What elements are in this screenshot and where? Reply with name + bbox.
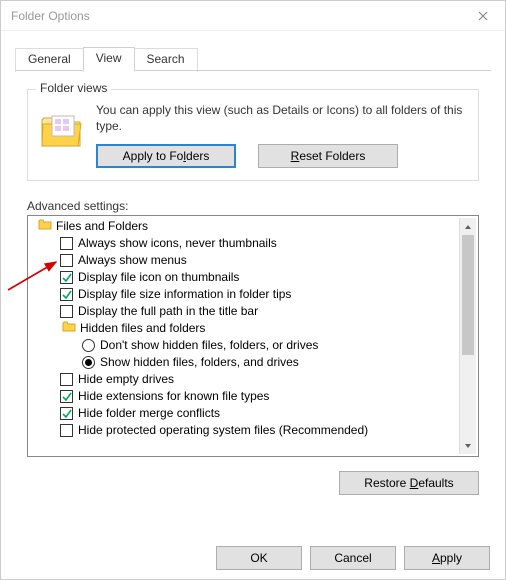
tree-item-label: Hide empty drives: [78, 371, 174, 388]
checkbox-icon[interactable]: [60, 305, 73, 318]
tree-item[interactable]: Display file size information in folder …: [32, 286, 459, 303]
tree-radio-item[interactable]: Show hidden files, folders, and drives: [32, 354, 459, 371]
tab-view[interactable]: View: [83, 47, 135, 71]
tree-item-label: Always show icons, never thumbnails: [78, 235, 277, 252]
tree-item-label: Display file icon on thumbnails: [78, 269, 239, 286]
checkbox-icon[interactable]: [60, 237, 73, 250]
folder-views-legend: Folder views: [36, 81, 111, 95]
tab-search[interactable]: Search: [134, 48, 198, 72]
tree-item[interactable]: Always show menus: [32, 252, 459, 269]
scroll-thumb[interactable]: [462, 235, 474, 355]
apply-button[interactable]: Apply: [404, 546, 490, 570]
folder-views-group: Folder views You can apply this view (su…: [27, 89, 479, 181]
checkbox-icon[interactable]: [60, 424, 73, 437]
tree-item[interactable]: Hide empty drives: [32, 371, 459, 388]
tree-item-label: Hide folder merge conflicts: [78, 405, 220, 422]
folder-views-icon: [40, 108, 84, 152]
ok-button[interactable]: OK: [216, 546, 302, 570]
tab-general[interactable]: General: [15, 48, 84, 72]
scroll-up-arrow-icon[interactable]: [460, 218, 476, 235]
tree-item-label: Hide protected operating system files (R…: [78, 422, 368, 439]
titlebar: Folder Options: [1, 1, 505, 31]
tree-item[interactable]: Hide protected operating system files (R…: [32, 422, 459, 439]
checkbox-icon[interactable]: [60, 271, 73, 284]
tree-item-label: Don't show hidden files, folders, or dri…: [100, 337, 318, 354]
tree-item[interactable]: Display file icon on thumbnails: [32, 269, 459, 286]
tree-category-label: Files and Folders: [56, 218, 148, 235]
vertical-scrollbar[interactable]: [459, 218, 476, 454]
tree-item[interactable]: Hide folder merge conflicts: [32, 405, 459, 422]
apply-to-folders-button[interactable]: Apply to Folders: [96, 144, 236, 168]
folder-icon: [62, 320, 76, 337]
radio-icon[interactable]: [82, 339, 95, 352]
tree-item-label: Display the full path in the title bar: [78, 303, 258, 320]
checkbox-icon[interactable]: [60, 407, 73, 420]
advanced-settings-label: Advanced settings:: [27, 199, 479, 213]
tree-subcategory: Hidden files and folders: [32, 320, 459, 337]
reset-folders-button[interactable]: Reset Folders: [258, 144, 398, 168]
tree-subcategory-label: Hidden files and folders: [80, 320, 205, 337]
window-title: Folder Options: [11, 9, 90, 23]
tab-strip: General View Search: [15, 47, 491, 71]
folder-views-text: You can apply this view (such as Details…: [96, 102, 466, 134]
tree-item-label: Always show menus: [78, 252, 187, 269]
checkbox-icon[interactable]: [60, 288, 73, 301]
checkbox-icon[interactable]: [60, 390, 73, 403]
checkbox-icon[interactable]: [60, 254, 73, 267]
folder-icon: [38, 218, 52, 235]
tree-item-label: Display file size information in folder …: [78, 286, 291, 303]
tree-item-label: Show hidden files, folders, and drives: [100, 354, 299, 371]
tree-item[interactable]: Hide extensions for known file types: [32, 388, 459, 405]
tree-item[interactable]: Display the full path in the title bar: [32, 303, 459, 320]
advanced-settings-tree: Files and Folders Always show icons, nev…: [27, 215, 479, 457]
scroll-track[interactable]: [460, 235, 476, 437]
restore-defaults-button[interactable]: Restore Defaults: [339, 471, 479, 495]
scroll-down-arrow-icon[interactable]: [460, 437, 476, 454]
checkbox-icon[interactable]: [60, 373, 73, 386]
radio-icon[interactable]: [82, 356, 95, 369]
tree-item-label: Hide extensions for known file types: [78, 388, 269, 405]
tree-item[interactable]: Always show icons, never thumbnails: [32, 235, 459, 252]
cancel-button[interactable]: Cancel: [310, 546, 396, 570]
tree-category: Files and Folders: [32, 218, 459, 235]
close-icon[interactable]: [463, 2, 503, 30]
tree-radio-item[interactable]: Don't show hidden files, folders, or dri…: [32, 337, 459, 354]
